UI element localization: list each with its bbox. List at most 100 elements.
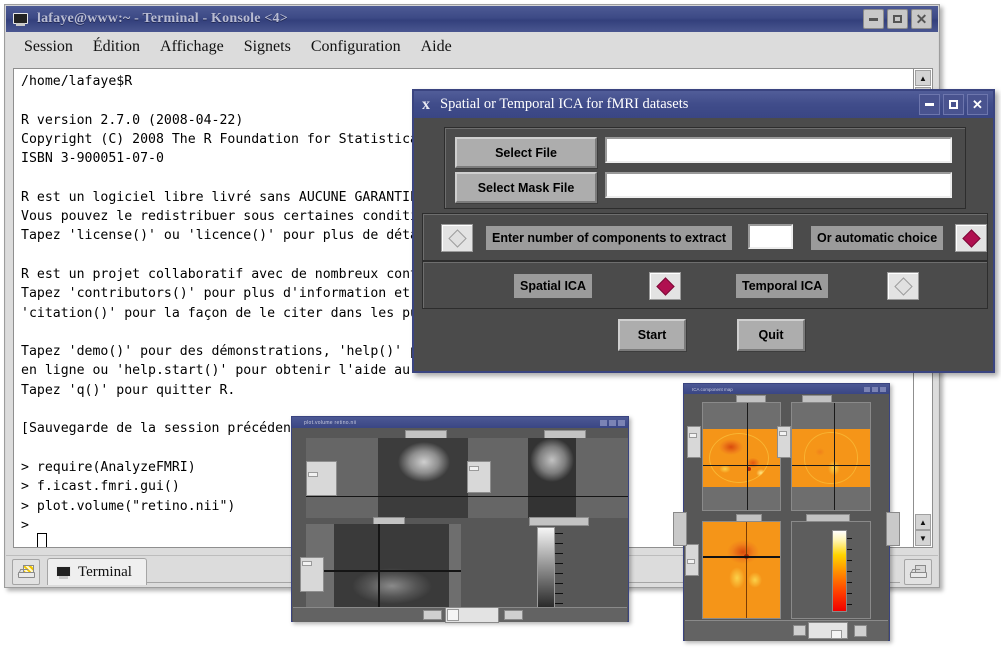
spatial-ica-label: Spatial ICA: [514, 274, 592, 298]
coronal-map-image: [792, 429, 870, 487]
ica-window-buttons: ✕: [919, 94, 993, 115]
crosshair-vertical: [747, 403, 748, 510]
menu-session[interactable]: Session: [14, 36, 83, 58]
select-mask-file-button[interactable]: Select Mask File: [455, 172, 597, 203]
ica-type-group: Spatial ICA Temporal ICA: [422, 261, 988, 309]
volume-viewer-titlebar[interactable]: plot.volume retino.nii: [292, 417, 628, 428]
menu-aide[interactable]: Aide: [411, 36, 462, 58]
axial-slider[interactable]: [300, 557, 324, 592]
axial-map-image: [713, 530, 771, 594]
minimize-icon[interactable]: [863, 9, 884, 29]
axial-slider[interactable]: [685, 544, 699, 576]
spatial-ica-radio[interactable]: [649, 272, 681, 300]
crosshair-horizontal: [306, 570, 461, 572]
ica-viewer-right-button[interactable]: [854, 625, 867, 637]
viewer-left-button[interactable]: [423, 610, 442, 620]
crosshair-horizontal: [478, 496, 628, 497]
menu-configuration[interactable]: Configuration: [301, 36, 411, 58]
coronal-slider[interactable]: [467, 461, 491, 493]
close-icon[interactable]: [618, 419, 625, 426]
panel-label-colorscale: [529, 517, 589, 526]
diamond-icon: [893, 276, 913, 296]
ica-viewer-slider[interactable]: [808, 622, 848, 639]
viewer-right-button[interactable]: [504, 610, 523, 620]
crosshair-horizontal: [792, 465, 870, 466]
volume-viewer-title: plot.volume retino.nii: [304, 419, 357, 426]
close-icon[interactable]: ✕: [967, 94, 988, 115]
konsole-title: lafaye@www:~ - Terminal - Konsole <4>: [37, 11, 288, 26]
ica-map-viewer-window[interactable]: ICA component map: [673, 383, 900, 641]
coronal-panel[interactable]: [791, 402, 871, 511]
select-mask-file-input[interactable]: [605, 172, 952, 198]
menu-edition[interactable]: Édition: [83, 36, 150, 58]
terminal-cursor: [37, 533, 47, 547]
select-file-button[interactable]: Select File: [455, 137, 597, 168]
menu-signets[interactable]: Signets: [234, 36, 301, 58]
minimize-icon[interactable]: [600, 419, 607, 426]
ica-viewer-left-button[interactable]: [793, 625, 806, 636]
scroll-down-icon[interactable]: ▼: [915, 530, 931, 546]
quit-button[interactable]: Quit: [737, 319, 805, 351]
diamond-icon: [447, 228, 467, 248]
maximize-icon[interactable]: [887, 9, 908, 29]
ica-dialog-window[interactable]: x Spatial or Temporal ICA for fMRI datas…: [412, 89, 995, 373]
maximize-icon[interactable]: [872, 386, 878, 392]
colorbar-hot: [832, 530, 847, 612]
sagittal-map-image: [703, 429, 780, 487]
x-logo-icon: x: [422, 95, 430, 113]
axial-panel[interactable]: [306, 524, 461, 617]
viewer-slider[interactable]: [445, 607, 499, 623]
crosshair-vertical: [746, 522, 747, 618]
crosshair-horizontal: [703, 556, 780, 558]
coronal-panel[interactable]: [478, 438, 628, 518]
sagittal-slider[interactable]: [687, 426, 701, 458]
automatic-choice-radio[interactable]: [955, 224, 987, 252]
close-icon[interactable]: ✕: [911, 9, 932, 29]
close-icon[interactable]: [880, 386, 886, 392]
colorbar-ticks: [847, 530, 859, 610]
coronal-slice-image: [528, 438, 576, 518]
ica-dialog-title: Spatial or Temporal ICA for fMRI dataset…: [440, 96, 689, 112]
colorbar-grayscale: [537, 527, 555, 614]
bookmark-session-icon[interactable]: [904, 558, 932, 585]
crosshair-horizontal: [703, 465, 780, 466]
left-edge-handle[interactable]: [673, 512, 687, 546]
konsole-window-buttons: ✕: [863, 9, 938, 29]
components-label: Enter number of components to extract: [486, 226, 733, 250]
temporal-ica-radio[interactable]: [887, 272, 919, 300]
temporal-ica-label: Temporal ICA: [736, 274, 829, 298]
sagittal-panel[interactable]: [702, 402, 781, 511]
menu-affichage[interactable]: Affichage: [150, 36, 234, 58]
components-count-input[interactable]: [748, 224, 793, 249]
konsole-titlebar[interactable]: lafaye@www:~ - Terminal - Konsole <4> ✕: [6, 6, 938, 32]
axial-panel[interactable]: [702, 521, 781, 619]
terminal-icon: [13, 12, 28, 26]
sagittal-slider[interactable]: [306, 461, 337, 496]
diamond-icon: [961, 228, 981, 248]
ica-map-window-buttons: [864, 386, 889, 392]
components-group: Enter number of components to extract Or…: [422, 213, 988, 261]
colorbar-ticks: [555, 527, 569, 612]
minimize-icon[interactable]: [919, 94, 940, 115]
select-file-input[interactable]: [605, 137, 952, 163]
maximize-icon[interactable]: [943, 94, 964, 115]
crosshair-vertical: [378, 524, 380, 617]
maximize-icon[interactable]: [609, 419, 616, 426]
minimize-icon[interactable]: [864, 386, 870, 392]
ica-titlebar[interactable]: x Spatial or Temporal ICA for fMRI datas…: [414, 91, 993, 118]
volume-viewer-window-buttons: [600, 419, 628, 426]
coronal-slider[interactable]: [777, 426, 791, 458]
ica-map-viewer-titlebar[interactable]: ICA component map: [684, 384, 889, 394]
konsole-menubar[interactable]: Session Édition Affichage Signets Config…: [6, 32, 938, 61]
scroll-up-icon-2[interactable]: ▲: [915, 514, 931, 530]
terminal-icon-small: [56, 565, 71, 579]
tab-terminal[interactable]: Terminal: [47, 558, 147, 585]
new-session-icon[interactable]: [12, 558, 40, 585]
start-button[interactable]: Start: [618, 319, 686, 351]
right-edge-handle[interactable]: [886, 512, 900, 546]
components-radio[interactable]: [441, 224, 473, 252]
colorscale-panel: [791, 521, 871, 619]
volume-viewer-window[interactable]: plot.volume retino.nii: [291, 416, 629, 623]
sagittal-slice-image: [378, 438, 468, 518]
scroll-up-icon[interactable]: ▲: [915, 70, 931, 86]
